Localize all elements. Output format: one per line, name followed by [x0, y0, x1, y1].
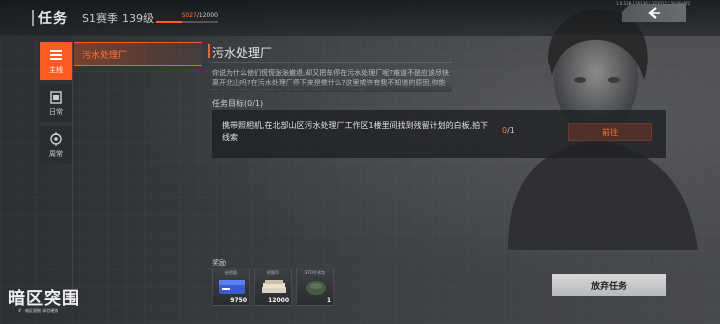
season-label: S1赛季 — [82, 12, 118, 25]
description-fade — [212, 82, 452, 92]
tab-daily-quests[interactable]: 日常 — [40, 84, 72, 122]
sidebar-divider — [72, 42, 73, 298]
reward-name: 经验值 — [225, 270, 237, 275]
back-button[interactable] — [622, 4, 686, 22]
reward-name: 柯恩币 — [267, 270, 279, 275]
objective-header: 任务目标(0/1) — [212, 99, 264, 108]
medkit-bag-icon — [306, 281, 326, 295]
game-logo: 暗区突围 #ㅤ暗区限制 体验硬核ㅤ — [8, 290, 108, 324]
page-title: 任务 — [38, 11, 68, 27]
logo-title: 暗区突围 — [8, 289, 80, 309]
quest-category-sidebar: 主线 日常 周常 — [40, 42, 72, 168]
calendar-icon — [50, 90, 62, 104]
title-bracket — [32, 10, 34, 26]
reward-item-medkit[interactable]: STO手术包 1 — [296, 268, 334, 306]
xp-current: 5027 — [181, 12, 197, 19]
reward-count: 9750 — [230, 297, 247, 304]
top-bar: 任务 S1赛季 139级 5027/12000 1.0.128.126136 |… — [0, 0, 720, 36]
xp-text: 5027/12000 — [182, 12, 218, 19]
cash-stack-icon — [262, 280, 286, 293]
goto-button[interactable]: 前往 — [568, 123, 652, 141]
reward-count: 12000 — [268, 297, 289, 304]
target-icon — [50, 131, 62, 146]
tab-daily-quests-label: 日常 — [49, 107, 63, 116]
reward-count: 1 — [326, 297, 331, 304]
objective-row: 携带照相机,在北部山区污水处理厂工作区1楼里间找到残留计划的白板,拍下线索 0/… — [212, 110, 666, 158]
quest-title: 污水处理厂 — [207, 44, 273, 60]
xp-indicator: 5027/12000 — [156, 12, 218, 24]
tab-main-quests-label: 主线 — [49, 65, 63, 74]
xp-bar-fill — [156, 21, 183, 23]
title-divider — [212, 62, 452, 63]
abandon-quest-button[interactable]: 放弃任务 — [552, 274, 666, 296]
chevron-left-icon — [648, 7, 660, 19]
list-icon — [50, 49, 62, 60]
exp-card-icon — [219, 280, 245, 294]
xp-total: /12000 — [196, 12, 218, 19]
reward-name: STO手术包 — [304, 270, 326, 275]
tab-weekly-quests-label: 周常 — [49, 149, 63, 158]
tab-weekly-quests[interactable]: 周常 — [40, 126, 72, 164]
reward-item-money[interactable]: 柯恩币 12000 — [254, 268, 292, 306]
level-label: 139级 — [122, 12, 154, 25]
rewards-label: 奖励 — [212, 259, 226, 267]
quest-list-item[interactable]: 污水处理厂 — [74, 42, 202, 66]
reward-item-exp[interactable]: 经验值 9750 — [212, 268, 250, 306]
objective-text: 携带照相机,在北部山区污水处理厂工作区1楼里间找到残留计划的白板,拍下线索 — [222, 121, 489, 142]
objective-total: /1 — [507, 126, 515, 135]
quest-list-item-label: 污水处理厂 — [82, 51, 128, 61]
rewards-list: 经验值 9750 柯恩币 12000 STO手术包 1 — [212, 268, 334, 306]
xp-bar — [156, 21, 218, 23]
objective-progress: 0/1 — [502, 126, 515, 135]
tab-main-quests[interactable]: 主线 — [40, 42, 72, 80]
